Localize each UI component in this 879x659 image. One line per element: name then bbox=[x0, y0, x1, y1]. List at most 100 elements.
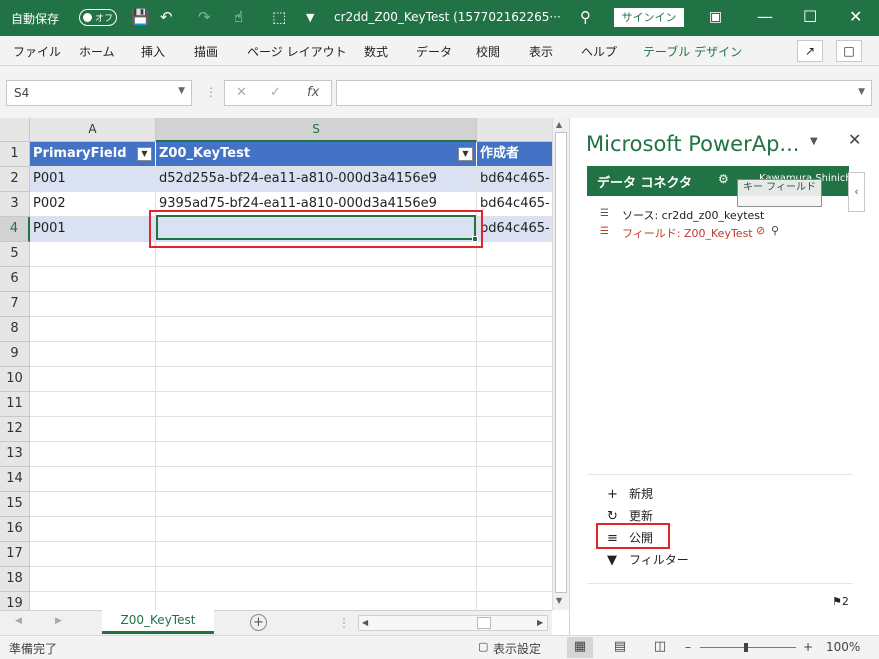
touch-mode-icon[interactable]: ☝ bbox=[234, 8, 243, 26]
row-header[interactable]: 7 bbox=[0, 292, 30, 317]
tab-review[interactable]: 校閲 bbox=[476, 43, 500, 60]
table-cell[interactable]: P002 bbox=[30, 192, 156, 217]
formula-input[interactable]: ▼ bbox=[336, 80, 872, 106]
enter-icon[interactable]: ✓ bbox=[270, 85, 281, 100]
field-line[interactable]: フィールド: Z00_KeyTest bbox=[622, 225, 753, 241]
collapse-panel-icon[interactable]: ‹ bbox=[848, 172, 865, 212]
row-header[interactable]: 9 bbox=[0, 342, 30, 367]
tab-view[interactable]: 表示 bbox=[529, 43, 553, 60]
worksheet-grid[interactable]: A S 1 2 3 4 5 6 7 8 9 10 11 12 13 14 15 … bbox=[0, 118, 552, 610]
row-header[interactable]: 16 bbox=[0, 517, 30, 542]
normal-view-icon[interactable]: ▦ bbox=[567, 637, 593, 658]
zoom-slider-knob[interactable] bbox=[744, 643, 748, 652]
row-header[interactable]: 12 bbox=[0, 417, 30, 442]
table-header-cell[interactable]: 作成者 bbox=[477, 142, 552, 167]
row-header[interactable]: 14 bbox=[0, 467, 30, 492]
prev-sheet-icon[interactable]: ◀ bbox=[15, 616, 22, 626]
table-header-cell[interactable]: Z00_KeyTest ▼ bbox=[156, 142, 477, 167]
scroll-left-icon[interactable]: ◀ bbox=[362, 618, 368, 627]
scroll-right-icon[interactable]: ▶ bbox=[537, 618, 543, 627]
tab-draw[interactable]: 描画 bbox=[194, 43, 218, 60]
chevron-down-icon[interactable]: ▼ bbox=[858, 87, 865, 97]
row-header[interactable]: 15 bbox=[0, 492, 30, 517]
table-header-cell[interactable]: PrimaryField ▼ bbox=[30, 142, 156, 167]
page-layout-view-icon[interactable]: ▤ bbox=[607, 637, 633, 658]
chevron-down-icon[interactable]: ▼ bbox=[810, 136, 818, 147]
column-header-s[interactable]: S bbox=[156, 118, 477, 142]
tab-help[interactable]: ヘルプ bbox=[581, 43, 617, 60]
add-sheet-icon[interactable]: + bbox=[250, 614, 267, 631]
name-box[interactable]: S4 ▼ bbox=[6, 80, 192, 106]
zoom-level[interactable]: 100% bbox=[826, 640, 860, 654]
tab-formulas[interactable]: 数式 bbox=[364, 43, 388, 60]
horizontal-scrollbar[interactable]: ◀ ▶ bbox=[358, 615, 548, 631]
tab-data[interactable]: データ bbox=[416, 43, 452, 60]
page-break-view-icon[interactable]: ◫ bbox=[647, 637, 673, 658]
sheet-tab-active[interactable]: Z00_KeyTest bbox=[102, 610, 214, 634]
autosave-toggle[interactable]: オフ bbox=[79, 9, 117, 26]
insert-function-icon[interactable]: fx bbox=[307, 85, 319, 100]
row-header[interactable]: 4 bbox=[0, 217, 30, 242]
share-icon[interactable]: ↗ bbox=[797, 40, 823, 62]
redo-icon[interactable]: ↷ bbox=[198, 8, 211, 26]
row-header[interactable]: 3 bbox=[0, 192, 30, 217]
save-icon[interactable]: 💾 bbox=[131, 8, 150, 26]
scroll-thumb[interactable] bbox=[555, 132, 567, 593]
table-cell[interactable]: P001 bbox=[30, 167, 156, 192]
row-header[interactable]: 11 bbox=[0, 392, 30, 417]
filter-button[interactable]: ▼ フィルター bbox=[607, 551, 689, 568]
select-area-icon[interactable]: ⬚ bbox=[272, 8, 286, 26]
tab-page-layout[interactable]: ページ レイアウト bbox=[247, 43, 347, 60]
customize-quick-access-icon[interactable]: ▼ bbox=[306, 11, 314, 24]
close-icon[interactable]: ✕ bbox=[849, 7, 862, 26]
close-icon[interactable]: ✕ bbox=[848, 130, 861, 149]
row-header[interactable]: 5 bbox=[0, 242, 30, 267]
ribbon-display-icon[interactable]: ▣ bbox=[709, 9, 722, 25]
zoom-slider[interactable] bbox=[700, 643, 796, 652]
table-cell[interactable]: P001 bbox=[30, 217, 156, 242]
refresh-button[interactable]: ↻ 更新 bbox=[607, 507, 653, 524]
signin-button[interactable]: サインイン bbox=[614, 8, 684, 27]
filter-dropdown-icon[interactable]: ▼ bbox=[458, 147, 473, 161]
scroll-thumb[interactable] bbox=[477, 617, 491, 629]
new-button[interactable]: + 新規 bbox=[607, 485, 653, 502]
comments-icon[interactable]: □ bbox=[836, 40, 862, 62]
undo-icon[interactable]: ↶ bbox=[160, 8, 173, 26]
row-header[interactable]: 1 bbox=[0, 142, 30, 167]
minimize-icon[interactable]: — bbox=[757, 7, 773, 26]
display-settings-icon[interactable]: ▢ bbox=[478, 640, 488, 653]
next-sheet-icon[interactable]: ▶ bbox=[55, 616, 62, 626]
name-box-value: S4 bbox=[14, 86, 30, 100]
column-header-a[interactable]: A bbox=[30, 118, 156, 142]
filter-dropdown-icon[interactable]: ▼ bbox=[137, 147, 152, 161]
row-header[interactable]: 8 bbox=[0, 317, 30, 342]
zoom-out-icon[interactable]: – bbox=[685, 640, 691, 654]
select-all-corner[interactable] bbox=[0, 118, 30, 142]
scroll-down-icon[interactable]: ▼ bbox=[556, 596, 562, 605]
tab-home[interactable]: ホーム bbox=[79, 43, 115, 60]
search-icon[interactable]: ⚲ bbox=[580, 8, 591, 26]
scroll-up-icon[interactable]: ▲ bbox=[556, 120, 562, 129]
row-header[interactable]: 2 bbox=[0, 167, 30, 192]
table-cell[interactable]: bd64c465- bbox=[477, 192, 552, 217]
gear-icon[interactable]: ⚙ bbox=[718, 172, 729, 186]
row-header[interactable]: 19 bbox=[0, 592, 30, 610]
display-settings-button[interactable]: 表示設定 bbox=[493, 640, 541, 657]
row-header[interactable]: 13 bbox=[0, 442, 30, 467]
row-header[interactable]: 17 bbox=[0, 542, 30, 567]
tab-insert[interactable]: 挿入 bbox=[141, 43, 165, 60]
cancel-icon[interactable]: ✕ bbox=[236, 85, 247, 100]
row-header[interactable]: 18 bbox=[0, 567, 30, 592]
vertical-scrollbar[interactable]: ▲ ▼ bbox=[552, 118, 569, 610]
tab-table-design[interactable]: テーブル デザイン bbox=[643, 43, 742, 60]
tab-file[interactable]: ファイル bbox=[13, 43, 61, 60]
zoom-in-icon[interactable]: + bbox=[803, 640, 813, 654]
table-cell[interactable]: d52d255a-bf24-ea11-a810-000d3a4156e9 bbox=[156, 167, 477, 192]
row-header[interactable]: 6 bbox=[0, 267, 30, 292]
divider bbox=[587, 474, 853, 475]
table-cell[interactable]: bd64c465- bbox=[477, 217, 552, 242]
row-header[interactable]: 10 bbox=[0, 367, 30, 392]
table-cell[interactable]: bd64c465- bbox=[477, 167, 552, 192]
column-header-next[interactable] bbox=[477, 118, 552, 142]
maximize-icon[interactable]: ☐ bbox=[803, 7, 817, 26]
